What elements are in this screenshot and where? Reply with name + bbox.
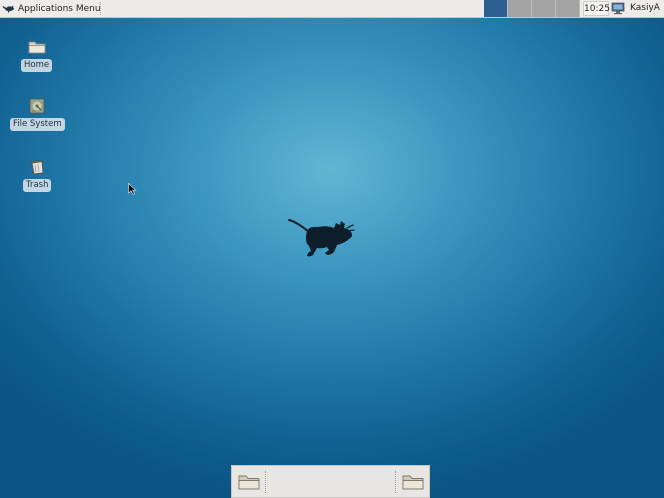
workspace-2[interactable] bbox=[508, 0, 532, 17]
desktop-screen: Applications Menu 10:25 KasiyA Home File… bbox=[0, 0, 664, 498]
mouse-pointer bbox=[128, 183, 137, 195]
user-menu[interactable]: KasiyA bbox=[630, 0, 660, 17]
workspace-3[interactable] bbox=[532, 0, 556, 17]
workspace-4[interactable] bbox=[556, 0, 580, 17]
hard-drive-icon bbox=[29, 98, 45, 114]
folder-icon bbox=[28, 41, 45, 54]
desktop-icon-label: File System bbox=[10, 118, 65, 131]
dock-separator bbox=[395, 471, 396, 493]
xfce-mouse-logo bbox=[288, 219, 355, 257]
desktop-icon-file-system[interactable]: File System bbox=[10, 97, 65, 131]
dock-separator bbox=[265, 471, 266, 493]
desktop-icon-label: Home bbox=[21, 59, 53, 72]
desktop-icon-home[interactable]: Home bbox=[21, 38, 53, 72]
dock-launcher-file-manager[interactable] bbox=[236, 471, 262, 493]
workspace-1[interactable] bbox=[484, 0, 508, 17]
top-panel: Applications Menu 10:25 KasiyA bbox=[0, 0, 664, 18]
display-monitor-icon[interactable] bbox=[611, 2, 625, 15]
folder-icon bbox=[238, 475, 260, 490]
applications-menu-button[interactable]: Applications Menu bbox=[0, 0, 105, 17]
applications-menu-label: Applications Menu bbox=[18, 3, 101, 14]
folder-icon bbox=[402, 475, 424, 490]
trash-icon bbox=[31, 159, 44, 175]
bottom-dock bbox=[231, 465, 430, 498]
workspace-switcher bbox=[484, 0, 580, 17]
clock[interactable]: 10:25 bbox=[583, 1, 610, 16]
desktop-icon-label: Trash bbox=[23, 179, 52, 192]
desktop-icon-trash[interactable]: Trash bbox=[23, 158, 52, 192]
xfce-mouse-icon bbox=[2, 5, 14, 13]
dock-launcher-folder[interactable] bbox=[400, 471, 426, 493]
panel-separator bbox=[100, 2, 102, 15]
